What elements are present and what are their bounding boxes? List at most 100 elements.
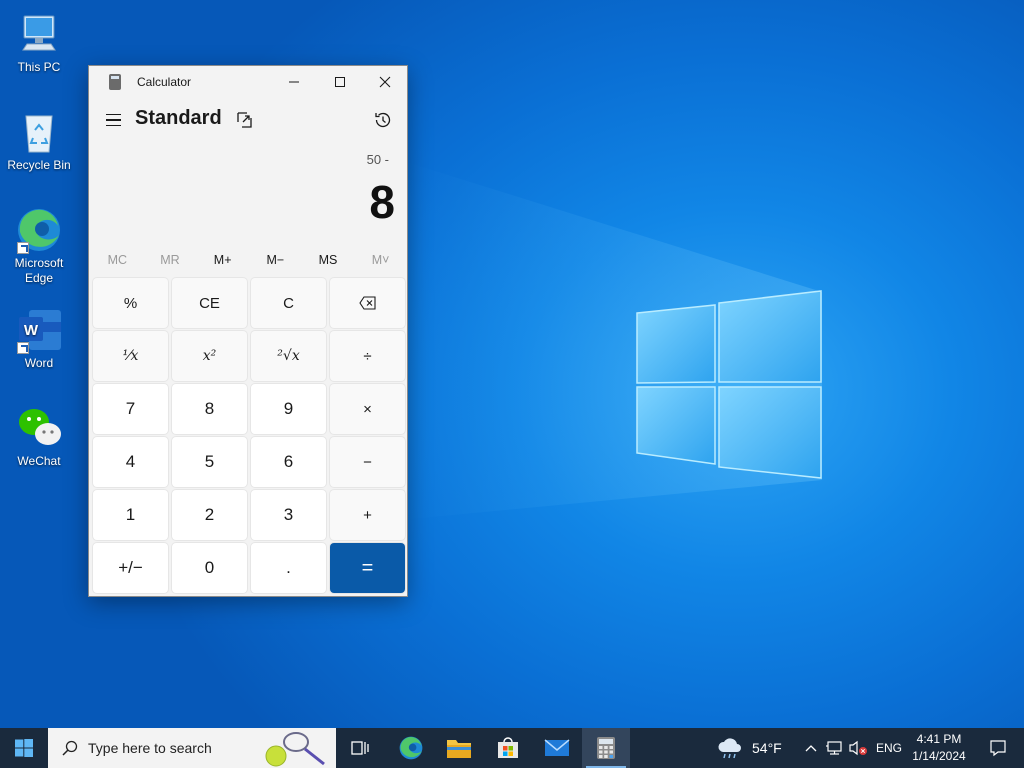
digit-8-button[interactable]: 8 bbox=[172, 384, 247, 434]
taskbar-store-button[interactable] bbox=[484, 728, 532, 768]
digit-3-button[interactable]: 3 bbox=[251, 490, 326, 540]
digit-1-button[interactable]: 1 bbox=[93, 490, 168, 540]
negate-button[interactable]: +/− bbox=[93, 543, 168, 593]
backspace-icon bbox=[358, 296, 376, 310]
taskbar-clock[interactable]: 4:41 PM 1/14/2024 bbox=[906, 731, 972, 765]
close-icon bbox=[379, 76, 391, 88]
expression-display: 50 - bbox=[366, 152, 389, 167]
search-icon bbox=[62, 740, 78, 756]
memory-clear-button[interactable]: MC bbox=[92, 253, 142, 267]
calculator-header: Standard bbox=[89, 98, 407, 142]
minimize-icon bbox=[289, 81, 299, 83]
taskbar-mail-button[interactable] bbox=[533, 728, 581, 768]
desktop-icon-label: WeChat bbox=[17, 454, 61, 468]
mail-icon bbox=[544, 739, 570, 756]
result-display: 8 bbox=[369, 176, 395, 228]
digit-7-button[interactable]: 7 bbox=[93, 384, 168, 434]
taskbar-file-explorer-button[interactable] bbox=[435, 728, 483, 768]
keep-on-top-button[interactable] bbox=[235, 110, 255, 130]
desktop-icon-label: Word bbox=[24, 356, 54, 370]
square-root-label: ²√x bbox=[277, 348, 300, 364]
desktop-icon-this-pc[interactable]: This PC bbox=[2, 10, 76, 75]
digit-2-button[interactable]: 2 bbox=[172, 490, 247, 540]
language-label: ENG bbox=[876, 741, 903, 755]
clear-entry-button[interactable]: CE bbox=[172, 278, 247, 328]
digit-6-button[interactable]: 6 bbox=[251, 437, 326, 487]
maximize-icon bbox=[335, 77, 345, 87]
clock-time: 4:41 PM bbox=[916, 732, 962, 746]
notification-icon bbox=[990, 740, 1006, 757]
hamburger-icon bbox=[105, 113, 121, 116]
mode-title: Standard bbox=[135, 107, 222, 129]
task-view-icon bbox=[351, 741, 369, 755]
digit-0-button[interactable]: 0 bbox=[172, 543, 247, 593]
shortcut-arrow-icon bbox=[17, 342, 29, 354]
digit-4-button[interactable]: 4 bbox=[93, 437, 168, 487]
network-button[interactable] bbox=[822, 728, 846, 768]
desktop-icon-label: This PC bbox=[17, 60, 61, 74]
taskbar-calculator-button[interactable] bbox=[582, 728, 630, 768]
this-pc-icon bbox=[15, 10, 63, 58]
add-button[interactable]: + bbox=[330, 490, 405, 540]
taskbar: Type here to search 54°F ENG 4:41 PM 1/1… bbox=[0, 728, 1024, 768]
memory-list-button[interactable]: M˅ bbox=[356, 253, 406, 267]
calculator-icon bbox=[597, 737, 615, 759]
navigation-menu-button[interactable] bbox=[101, 108, 125, 132]
minimize-button[interactable] bbox=[271, 66, 317, 98]
memory-store-button[interactable]: MS bbox=[303, 253, 353, 267]
file-explorer-icon bbox=[447, 740, 471, 758]
desktop-icon-wechat[interactable]: WeChat bbox=[2, 404, 76, 469]
svg-text:W: W bbox=[24, 322, 39, 339]
window-title: Calculator bbox=[137, 75, 192, 89]
word-icon: W bbox=[15, 306, 63, 354]
memory-add-button[interactable]: M+ bbox=[198, 253, 248, 267]
start-button[interactable] bbox=[0, 728, 48, 768]
reciprocal-button[interactable]: ⅟x bbox=[93, 331, 168, 381]
clear-button[interactable]: C bbox=[251, 278, 326, 328]
taskbar-edge-button[interactable] bbox=[387, 728, 435, 768]
memory-row: MC MR M+ M− MS M˅ bbox=[91, 246, 407, 274]
desktop-icon-recycle-bin[interactable]: Recycle Bin bbox=[2, 108, 76, 173]
keypad: % CE C ⅟x x² ²√x ÷ 7 8 9 × 4 5 6 − 1 2 3… bbox=[93, 278, 405, 593]
desktop-icon-word[interactable]: W Word bbox=[2, 306, 76, 371]
weather-temperature: 54°F bbox=[752, 740, 782, 756]
backspace-button[interactable] bbox=[330, 278, 405, 328]
edge-icon bbox=[399, 736, 423, 760]
edge-icon bbox=[15, 206, 63, 254]
desktop-icon-label: Microsoft Edge bbox=[14, 256, 64, 285]
square-button[interactable]: x² bbox=[172, 331, 247, 381]
square-root-button[interactable]: ²√x bbox=[251, 331, 326, 381]
windows-start-icon bbox=[15, 739, 33, 757]
title-bar[interactable]: Calculator bbox=[89, 66, 407, 98]
square-label: x² bbox=[202, 348, 217, 364]
task-view-button[interactable] bbox=[336, 728, 384, 768]
calculator-window: Calculator Standard 5 0 - 8 MC MR M+ M− M… bbox=[88, 65, 408, 597]
digit-5-button[interactable]: 5 bbox=[172, 437, 247, 487]
decimal-button[interactable]: . bbox=[251, 543, 326, 593]
desktop-icon-edge[interactable]: Microsoft Edge bbox=[2, 206, 76, 286]
maximize-button[interactable] bbox=[317, 66, 363, 98]
history-button[interactable] bbox=[372, 109, 394, 131]
show-hidden-icons-button[interactable] bbox=[800, 728, 822, 768]
keep-on-top-icon bbox=[237, 112, 252, 128]
weather-widget[interactable]: 54°F bbox=[716, 728, 782, 768]
equals-button[interactable]: = bbox=[330, 543, 405, 593]
taskbar-search-box[interactable]: Type here to search bbox=[48, 728, 336, 768]
desktop-icon-label: Recycle Bin bbox=[7, 158, 71, 172]
volume-button[interactable] bbox=[846, 728, 870, 768]
subtract-button[interactable]: − bbox=[330, 437, 405, 487]
calculator-app-icon bbox=[109, 74, 121, 90]
memory-subtract-button[interactable]: M− bbox=[250, 253, 300, 267]
digit-9-button[interactable]: 9 bbox=[251, 384, 326, 434]
divide-button[interactable]: ÷ bbox=[330, 331, 405, 381]
close-button[interactable] bbox=[362, 66, 408, 98]
notification-center-button[interactable] bbox=[974, 728, 1022, 768]
percent-button[interactable]: % bbox=[93, 278, 168, 328]
language-indicator[interactable]: ENG bbox=[876, 728, 902, 768]
cloud-rain-icon bbox=[718, 738, 741, 759]
memory-recall-button[interactable]: MR bbox=[145, 253, 195, 267]
wechat-icon bbox=[15, 404, 63, 452]
network-icon bbox=[826, 741, 842, 755]
multiply-button[interactable]: × bbox=[330, 384, 405, 434]
reciprocal-label: ⅟x bbox=[122, 348, 139, 364]
